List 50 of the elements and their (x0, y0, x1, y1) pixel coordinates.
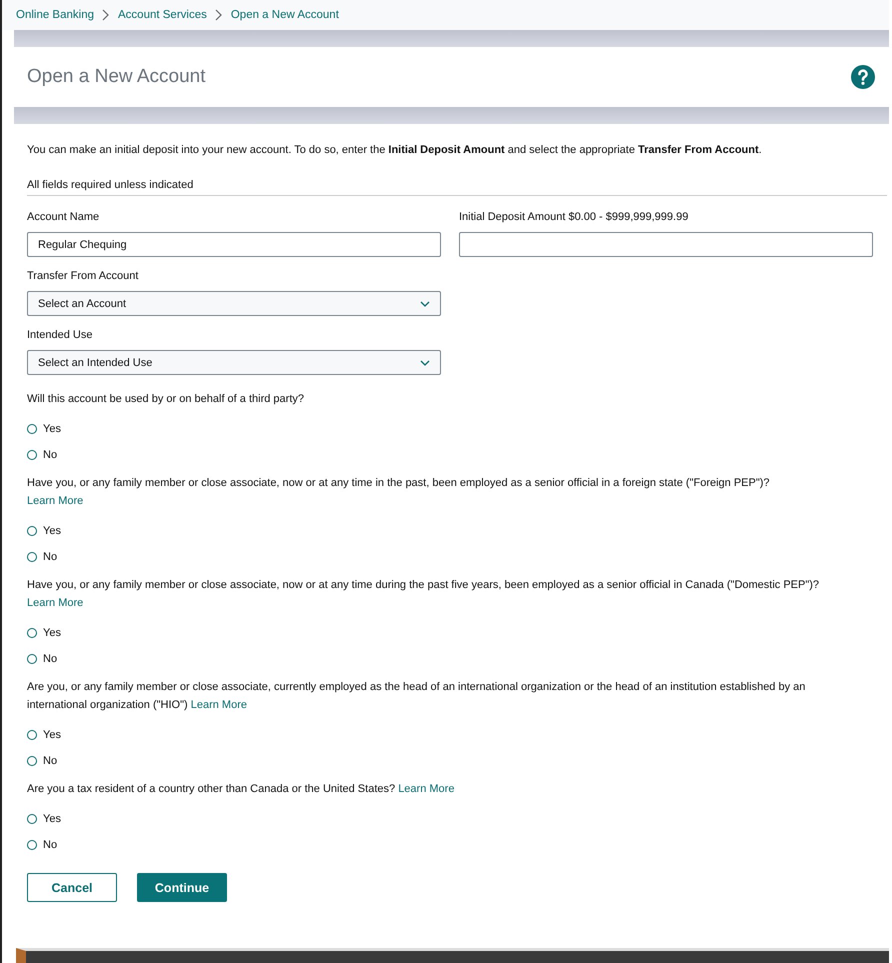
question-text: Have you, or any family member or close associate, now or at any time during the past five years, been employed as a senior official in Canada ("Domestic PEP")? Learn More (27, 578, 820, 611)
chevron-down-icon (420, 300, 430, 306)
field-label: Account Name (27, 211, 100, 223)
radio-button[interactable] (27, 814, 37, 824)
field-label: Transfer From Account (27, 270, 140, 282)
field-label: Intended Use (27, 329, 94, 341)
radio-button[interactable] (27, 450, 37, 460)
page-title: Open a New Account (27, 66, 206, 88)
required-note: All fields required unless indicated (27, 179, 887, 196)
question-text: Have you, or any family member or close associate, now or at any time in the past, been employed as a senior official in a foreign state ("Foreign PEP")? Learn More (27, 476, 771, 509)
radio-label: Yes (43, 812, 61, 824)
radio-label: No (43, 754, 58, 766)
input-field[interactable] (459, 232, 873, 257)
learn-more-link[interactable]: Learn More (190, 699, 247, 711)
chevron-right-icon (102, 9, 110, 21)
question-text: Will this account be used by or on behalf of a third party? (27, 392, 305, 407)
radio-label: No (43, 448, 58, 460)
chevron-right-icon (214, 9, 223, 21)
field-label: Initial Deposit Amount $0.00 - $999,999,999.99 (459, 211, 690, 223)
continue-button[interactable]: Continue (137, 873, 227, 902)
radio-button[interactable] (27, 730, 37, 740)
cancel-button[interactable]: Cancel (27, 873, 117, 902)
breadcrumb-link[interactable]: Account Services (118, 9, 207, 21)
learn-more-link[interactable]: Learn More (398, 783, 454, 795)
radio-label: No (43, 838, 58, 850)
radio-label: No (43, 652, 58, 664)
dropdown[interactable]: Select an Account (27, 291, 441, 316)
radio-button[interactable] (27, 654, 37, 664)
learn-more-link[interactable]: Learn More (27, 597, 84, 609)
radio-button[interactable] (27, 552, 37, 562)
radio-label: Yes (43, 626, 61, 638)
dropdown[interactable]: Select an Intended Use (27, 350, 441, 375)
radio-button[interactable] (27, 526, 37, 536)
help-icon[interactable] (851, 65, 875, 89)
chevron-down-icon (420, 360, 430, 366)
radio-button[interactable] (27, 628, 37, 638)
question-text: Are you, or any family member or close associate, currently employed as the head of an international organization or the head of an institution established by an international organization ("HIO") Learn More (27, 680, 806, 713)
input-field[interactable]: Regular Chequing (27, 232, 441, 257)
radio-button[interactable] (27, 840, 37, 850)
breadcrumb-link[interactable]: Online Banking (16, 9, 94, 21)
radio-label: No (43, 550, 58, 562)
radio-button[interactable] (27, 424, 37, 434)
radio-label: Yes (43, 728, 61, 740)
radio-label: Yes (43, 422, 61, 434)
radio-label: Yes (43, 524, 61, 536)
intro-text: You can make an initial deposit into your new account. To do so, enter the Initial Deposit Amount and select the appropriate Transfer From Account. (27, 144, 763, 156)
learn-more-link[interactable]: Learn More (27, 495, 84, 507)
breadcrumb-link[interactable]: Open a New Account (230, 9, 339, 21)
radio-button[interactable] (27, 756, 37, 766)
question-text: Are you a tax resident of a country other than Canada or the United States? Learn More (27, 782, 456, 797)
